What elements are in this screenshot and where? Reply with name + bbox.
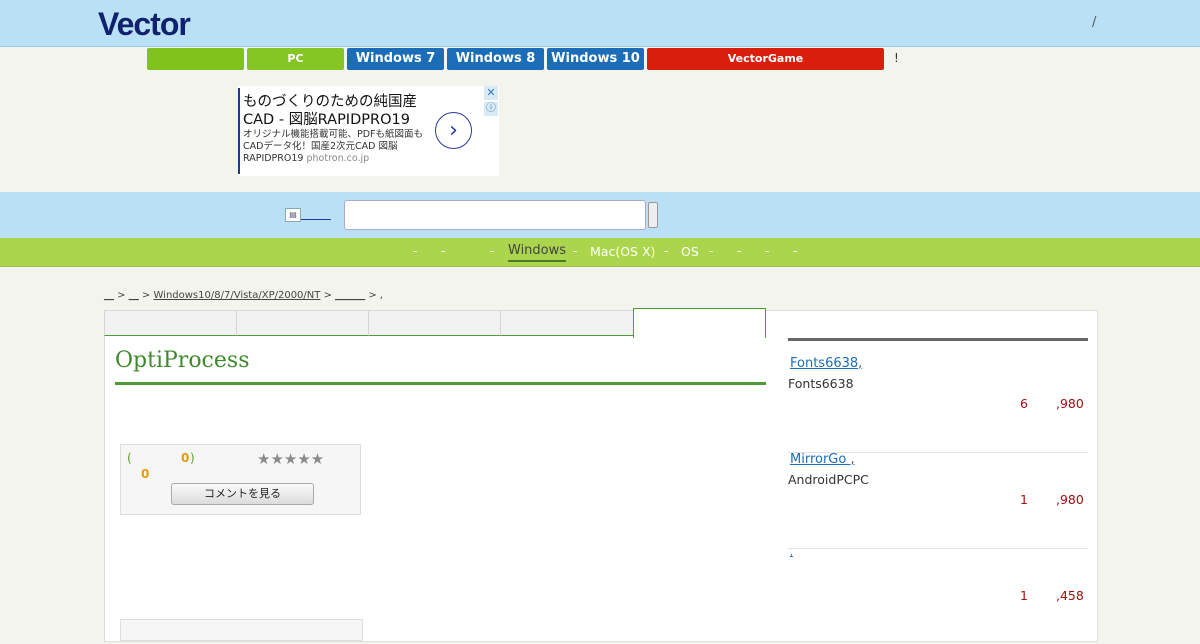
nav-button-1[interactable] <box>147 48 244 70</box>
close-icon[interactable]: ✕ <box>484 86 498 100</box>
sidebar-item-name: Fonts6638 <box>790 356 859 371</box>
ad-description[interactable]: オリジナル機能搭載可能、PDFも紙図面もCADデータ化！国産2次元CAD 図脳R… <box>243 129 439 165</box>
sidebar-item-desc: Fonts6638 <box>788 376 854 391</box>
tab-active[interactable] <box>633 308 766 338</box>
rating-close: ) <box>190 451 195 465</box>
site-header: Vector / <box>0 0 1200 47</box>
nav-button-vectorgame[interactable]: VectorGame <box>647 48 884 70</box>
sidebar-item-price: ,980 <box>1056 396 1084 411</box>
sidebar-item-count: 1 <box>1020 588 1028 603</box>
category-sep: - <box>573 244 578 258</box>
category-windows[interactable]: Windows <box>508 243 567 262</box>
category-sep: - <box>664 244 669 258</box>
search-input[interactable] <box>344 200 646 230</box>
ad-title[interactable]: ものづくりのための純国産CAD - 図脳RAPIDPRO19 <box>243 93 439 129</box>
sidebar-item-count: 1 <box>1020 492 1028 507</box>
vector-logo[interactable]: Vector <box>98 6 191 43</box>
breadcrumb-level-4[interactable]: ______ <box>335 290 365 301</box>
ad-accent-bar <box>238 88 240 174</box>
nav-suffix: ! <box>894 51 899 65</box>
breadcrumb-home[interactable]: __ <box>104 290 114 301</box>
page-title: OptiProcess <box>115 348 250 373</box>
sidebar-item-name: MirrorGo <box>790 452 851 467</box>
search-category-icon: ▤ <box>285 208 301 222</box>
rating-count: 0 <box>181 451 190 465</box>
rating-score: 0 <box>141 467 150 481</box>
category-sep: - <box>709 244 714 258</box>
sidebar-item-count: 6 <box>1020 396 1028 411</box>
nav-button-windows8[interactable]: Windows 8 <box>447 48 544 70</box>
header-links[interactable]: / <box>1092 15 1096 30</box>
sidebar-item-desc: AndroidPCPC <box>788 472 869 487</box>
sidebar-item-price: ,980 <box>1056 492 1084 507</box>
category-sep: - <box>413 244 418 258</box>
star-rating-icon: ★★★★★ <box>257 450 325 468</box>
sidebar-divider <box>788 338 1088 341</box>
sidebar-item[interactable]: MirrorGo , AndroidPCPC 1 ,980 <box>788 452 1088 549</box>
nav-button-windows7[interactable]: Windows 7 <box>347 48 444 70</box>
sidebar-item[interactable]: Fonts6638, Fonts6638 6 ,980 <box>788 356 1088 453</box>
info-icon[interactable]: ⓘ <box>484 102 498 116</box>
view-comments-button[interactable]: コメントを見る <box>171 483 314 505</box>
sidebar-item-link[interactable]: , <box>790 548 793 558</box>
chevron-right-icon[interactable]: › <box>435 112 472 149</box>
category-sep: - <box>490 244 495 258</box>
nav-button-pc[interactable]: PC <box>247 48 344 70</box>
category-bar: - - - Windows - Mac(OS X) - OS - - - - <box>0 238 1200 267</box>
lower-info-box <box>120 619 363 641</box>
sidebar-item-link[interactable]: MirrorGo , <box>790 452 855 467</box>
category-sep: - <box>441 244 446 258</box>
category-mac[interactable]: Mac(OS X) <box>590 244 655 259</box>
category-sep: - <box>737 244 742 258</box>
rating-box: ( 0 ) 0 ★★★★★ コメントを見る <box>120 444 361 515</box>
nav-button-windows10[interactable]: Windows 10 <box>547 48 644 70</box>
tab-3[interactable] <box>368 310 501 336</box>
ad-banner[interactable]: ものづくりのための純国産CAD - 図脳RAPIDPRO19 オリジナル機能搭載… <box>238 86 499 176</box>
breadcrumb: __ > __ > Windows10/8/7/Vista/XP/2000/NT… <box>104 290 384 301</box>
title-underline <box>115 382 766 385</box>
tab-2[interactable] <box>236 310 369 336</box>
category-sep: - <box>793 244 798 258</box>
rating-open: ( <box>127 451 132 465</box>
sidebar-item-link[interactable]: Fonts6638, <box>790 356 862 371</box>
breadcrumb-level-2[interactable]: __ <box>129 290 139 301</box>
tab-4[interactable] <box>500 310 634 336</box>
category-os[interactable]: OS <box>681 244 699 259</box>
breadcrumb-windows[interactable]: Windows10/8/7/Vista/XP/2000/NT <box>154 290 321 301</box>
ad-domain: photron.co.jp <box>306 153 370 164</box>
category-sep: - <box>765 244 770 258</box>
sidebar-item-price: ,458 <box>1056 588 1084 603</box>
search-link[interactable] <box>301 209 331 220</box>
breadcrumb-current: , <box>379 290 384 301</box>
search-button[interactable] <box>648 202 658 228</box>
tab-1[interactable] <box>104 310 237 336</box>
search-band: ▤ <box>0 192 1200 238</box>
